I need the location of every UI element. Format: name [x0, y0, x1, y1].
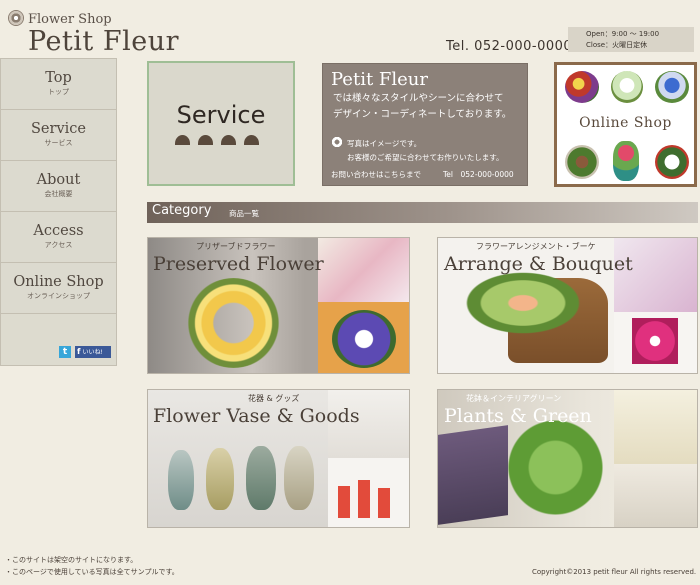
- category-tile-preserved-flower[interactable]: プリザーブドフラワー Preserved Flower: [147, 237, 410, 374]
- nav-label: Service: [31, 121, 86, 137]
- tile-en-label: Plants & Green: [444, 405, 592, 427]
- leaf-ornament-icon: [221, 135, 236, 145]
- nav-item-access[interactable]: Access アクセス: [1, 212, 116, 263]
- service-banner[interactable]: Service: [147, 61, 295, 186]
- flower-arrangement-image: [613, 141, 639, 181]
- facebook-like-button[interactable]: f いいね!: [75, 346, 111, 358]
- pink-box-image: [614, 312, 697, 373]
- bouquet-image: [458, 268, 588, 338]
- online-shop-banner[interactable]: Online Shop: [554, 62, 697, 187]
- tile-en-label: Flower Vase & Goods: [153, 405, 360, 427]
- twitter-icon[interactable]: t: [59, 346, 71, 358]
- wreath-image: [655, 145, 689, 179]
- tile-jp-label: プリザーブドフラワー: [196, 242, 276, 251]
- info-note: 写真はイメージです。: [347, 139, 422, 148]
- nav-label: Access: [33, 223, 84, 239]
- nav-item-online-shop[interactable]: Online Shop オンラインショップ: [1, 263, 116, 314]
- category-subtitle: 商品一覧: [229, 209, 259, 218]
- rose-icon: [330, 136, 344, 148]
- hours-close: Close：火曜日定休: [586, 41, 648, 49]
- logo-tagline: Flower Shop: [28, 12, 112, 27]
- contact-phone[interactable]: Tel 052-000-0000: [443, 169, 514, 180]
- info-line: デザイン・コーディネートしております。: [333, 109, 512, 120]
- nav-sublabel: アクセス: [44, 241, 73, 249]
- info-line: では様々なスタイルやシーンに合わせて: [333, 93, 504, 104]
- footer-notes: ・このサイトは架空のサイトになります。 ・このページで使用している写真は全てサン…: [5, 554, 179, 578]
- nav-label: Top: [45, 70, 72, 86]
- site-logo[interactable]: Petit Fleur: [28, 26, 179, 57]
- nav-sublabel: サービス: [44, 139, 73, 147]
- flower-arrangement-image: [611, 71, 643, 103]
- red-vase-image: [328, 458, 409, 527]
- category-tile-arrange-bouquet[interactable]: フラワーアレンジメント・ブーケ Arrange & Bouquet: [437, 237, 698, 374]
- flower-arrangement-image: [655, 71, 689, 103]
- info-note: お客様のご希望に合わせてお作りいたします。: [347, 153, 504, 162]
- contact-label: お問い合わせはこちらまで: [331, 170, 421, 179]
- leaf-ornament-icon: [175, 135, 190, 145]
- flower-arrangement-image: [565, 71, 599, 103]
- leaf-ornament-icon: [198, 135, 213, 145]
- wreath-image: [186, 278, 281, 368]
- facebook-like-label: いいね!: [82, 349, 103, 356]
- flower-arrangement-image: [565, 145, 599, 179]
- flower-box-image: [614, 238, 697, 312]
- nav-item-top[interactable]: Top トップ: [1, 59, 116, 110]
- tile-en-label: Arrange & Bouquet: [444, 253, 633, 275]
- bulb-vase-image: [284, 446, 314, 510]
- online-shop-title: Online Shop: [579, 115, 672, 131]
- nav-item-about[interactable]: About 会社概要: [1, 161, 116, 212]
- tile-jp-label: 花鉢＆インテリアグリーン: [466, 394, 562, 403]
- category-tile-flower-vase-goods[interactable]: 花器 & グッズ Flower Vase & Goods: [147, 389, 410, 528]
- category-title: Category: [152, 203, 212, 218]
- category-tile-plants-green[interactable]: 花鉢＆インテリアグリーン Plants & Green: [437, 389, 698, 528]
- tile-jp-label: 花器 & グッズ: [248, 394, 300, 403]
- books-image: [438, 425, 508, 525]
- stairs-plant-image: [614, 464, 697, 527]
- bulb-vase-image: [168, 450, 194, 510]
- tile-jp-label: フラワーアレンジメント・ブーケ: [476, 242, 596, 251]
- copyright: Copyright©2013 petit fleur All rights re…: [532, 568, 697, 576]
- hours-open: Open：9:00 ～ 19:00: [586, 30, 660, 38]
- leaf-ornament-icon: [244, 135, 259, 145]
- sidebar-nav: Top トップ Service サービス About 会社概要 Access ア…: [0, 58, 117, 366]
- business-hours: Open：9:00 ～ 19:00 Close：火曜日定休: [568, 27, 694, 52]
- facebook-icon: f: [77, 347, 81, 356]
- header-phone: Tel. 052-000-0000: [446, 39, 573, 54]
- bulb-vase-image: [246, 446, 276, 510]
- footer-note: ・このページで使用している写真は全てサンプルです。: [5, 568, 179, 576]
- footer-note: ・このサイトは架空のサイトになります。: [5, 556, 138, 564]
- tile-en-label: Preserved Flower: [153, 253, 324, 275]
- nav-sublabel: 会社概要: [44, 190, 73, 198]
- nav-label: About: [36, 172, 81, 188]
- pink-flower-image: [318, 238, 409, 302]
- category-header: Category 商品一覧: [147, 202, 698, 223]
- purple-arrangement-image: [318, 302, 409, 373]
- service-title: Service: [176, 101, 266, 129]
- info-title: Petit Fleur: [331, 69, 428, 90]
- plant-image: [498, 420, 613, 515]
- nav-label: Online Shop: [13, 274, 104, 290]
- bulb-vase-image: [206, 448, 234, 510]
- nav-sublabel: オンラインショップ: [27, 292, 90, 300]
- chair-plant-image: [614, 390, 697, 464]
- nav-item-service[interactable]: Service サービス: [1, 110, 116, 161]
- nav-sublabel: トップ: [48, 88, 69, 96]
- info-box: Petit Fleur では様々なスタイルやシーンに合わせて デザイン・コーディ…: [322, 63, 528, 186]
- rose-logo-icon: [8, 10, 24, 26]
